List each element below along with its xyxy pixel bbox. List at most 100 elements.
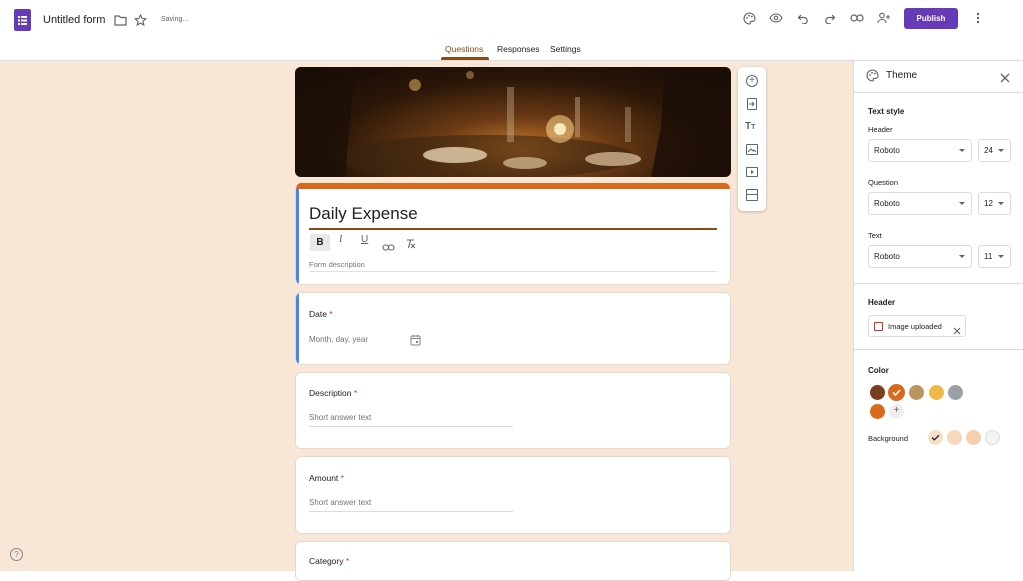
- palette-icon: [866, 69, 879, 87]
- text-size-select[interactable]: 11: [978, 245, 1011, 268]
- color-swatch[interactable]: [909, 385, 924, 400]
- short-answer-placeholder: Short answer text: [309, 498, 372, 507]
- tab-active-indicator: [441, 57, 489, 60]
- panel-divider: [854, 92, 1023, 93]
- header-size-select[interactable]: 24: [978, 139, 1011, 162]
- add-custom-color-button[interactable]: +: [889, 404, 904, 419]
- chip-label: Image uploaded: [888, 322, 942, 331]
- text-font-select[interactable]: Roboto: [868, 245, 972, 268]
- question-label: Date: [309, 309, 327, 319]
- question-label: Category: [309, 556, 344, 566]
- question-title: Amount *: [309, 473, 344, 483]
- question-card-description[interactable]: Description * Short answer text: [295, 372, 731, 449]
- question-label: Amount: [309, 473, 339, 483]
- undo-icon[interactable]: [791, 6, 815, 30]
- color-heading: Color: [868, 366, 889, 375]
- question-card-amount[interactable]: Amount * Short answer text: [295, 456, 731, 534]
- preview-eye-icon[interactable]: [764, 6, 788, 30]
- text-style-heading: Text style: [868, 107, 905, 116]
- add-title-icon[interactable]: TT: [745, 121, 755, 132]
- color-swatch[interactable]: [929, 385, 944, 400]
- color-swatch-selected[interactable]: [888, 384, 905, 401]
- answer-underline: [309, 511, 513, 512]
- forms-logo-icon[interactable]: [14, 9, 31, 31]
- question-title: Description *: [309, 388, 357, 398]
- form-title-underline: [309, 228, 717, 230]
- help-icon[interactable]: ?: [10, 548, 23, 561]
- select-value: Roboto: [874, 199, 900, 208]
- add-image-icon[interactable]: [746, 144, 758, 155]
- short-answer-placeholder: Short answer text: [309, 413, 372, 422]
- required-asterisk: *: [329, 309, 333, 319]
- question-card-category[interactable]: Category *: [295, 541, 731, 581]
- underline-button[interactable]: U: [361, 234, 368, 245]
- calendar-icon: [410, 333, 421, 351]
- star-icon[interactable]: [128, 8, 152, 32]
- color-swatch[interactable]: [870, 385, 885, 400]
- check-icon: [931, 434, 940, 441]
- add-video-icon[interactable]: [746, 167, 758, 177]
- form-title-card: Daily Expense B I U Form description: [295, 183, 731, 285]
- background-swatch[interactable]: [985, 430, 1000, 445]
- header-font-label: Header: [868, 125, 893, 134]
- image-uploaded-chip[interactable]: Image uploaded: [868, 315, 966, 337]
- form-title[interactable]: Untitled form: [43, 14, 105, 26]
- tab-settings[interactable]: Settings: [550, 44, 581, 54]
- header-font-select[interactable]: Roboto: [868, 139, 972, 162]
- color-swatch[interactable]: [870, 404, 885, 419]
- header-image[interactable]: [295, 67, 731, 177]
- insert-link-icon[interactable]: [382, 238, 395, 256]
- close-icon[interactable]: [1000, 70, 1010, 88]
- form-title-input[interactable]: Daily Expense: [309, 204, 418, 224]
- select-value: 12: [984, 199, 993, 208]
- question-title: Category *: [309, 556, 349, 566]
- theme-panel-title: Theme: [886, 70, 918, 81]
- background-swatch[interactable]: [966, 430, 981, 445]
- import-questions-icon[interactable]: [747, 98, 757, 110]
- color-swatch[interactable]: [948, 385, 963, 400]
- italic-button[interactable]: I: [339, 234, 342, 245]
- select-value: Roboto: [874, 146, 900, 155]
- customize-theme-icon[interactable]: [737, 6, 761, 30]
- save-status: Saving...: [161, 16, 189, 23]
- tab-responses[interactable]: Responses: [497, 44, 540, 54]
- active-card-left-accent: [296, 293, 299, 364]
- background-label: Background: [868, 434, 909, 443]
- image-icon: [874, 322, 883, 331]
- required-asterisk: *: [340, 473, 344, 483]
- title-card-top-accent: [296, 183, 730, 189]
- add-question-icon[interactable]: +: [746, 75, 758, 87]
- date-placeholder: Month, day, year: [309, 335, 368, 344]
- tab-questions[interactable]: Questions: [445, 44, 483, 54]
- link-icon[interactable]: [845, 6, 869, 30]
- question-label: Description: [309, 388, 352, 398]
- form-description-input[interactable]: Form description: [309, 260, 365, 269]
- clear-format-icon[interactable]: [405, 236, 416, 254]
- redo-icon[interactable]: [818, 6, 842, 30]
- title-card-left-accent: [296, 189, 299, 284]
- answer-underline: [309, 426, 513, 427]
- question-toolbar: + TT: [738, 67, 766, 211]
- text-font-label: Text: [868, 231, 882, 240]
- more-options-icon[interactable]: [966, 6, 990, 30]
- publish-button[interactable]: Publish: [904, 8, 958, 29]
- remove-image-icon[interactable]: [953, 322, 961, 340]
- background-swatch-selected[interactable]: [928, 430, 943, 445]
- required-asterisk: *: [353, 388, 358, 398]
- select-value: Roboto: [874, 252, 900, 261]
- question-size-select[interactable]: 12: [978, 192, 1011, 215]
- question-font-select[interactable]: Roboto: [868, 192, 972, 215]
- add-collaborators-icon[interactable]: [872, 6, 896, 30]
- select-value: 24: [984, 146, 993, 155]
- header-image-heading: Header: [868, 298, 896, 307]
- question-card-date[interactable]: Date * Month, day, year: [295, 292, 731, 365]
- background-swatch[interactable]: [947, 430, 962, 445]
- add-section-icon[interactable]: [746, 189, 758, 201]
- select-value: 11: [984, 252, 993, 261]
- question-title: Date *: [309, 309, 333, 319]
- panel-divider: [854, 283, 1023, 284]
- top-bar: Untitled form Saving... Publish Question…: [0, 0, 1023, 61]
- bold-button[interactable]: B: [310, 234, 330, 251]
- panel-divider: [854, 349, 1023, 350]
- theme-panel: Theme Text style Header Roboto 24 Questi…: [853, 61, 1023, 571]
